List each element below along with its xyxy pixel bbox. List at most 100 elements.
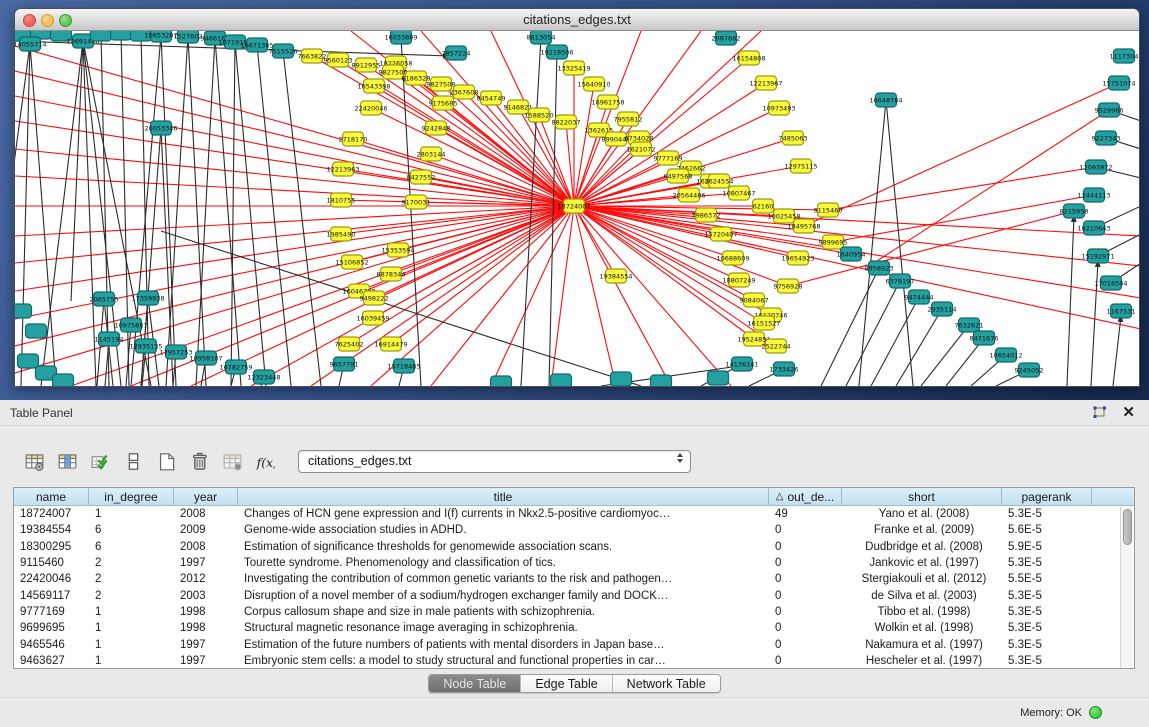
network-node[interactable]: 7625402 [335,337,364,351]
cell-pagerank[interactable]: 5.3E-5 [1002,590,1092,602]
network-node[interactable]: 8215958 [1060,204,1089,218]
cell-title[interactable]: Tourette syndrome. Phenomenology and cla… [238,557,769,569]
cell-year[interactable]: 2012 [174,573,238,585]
table-row[interactable]: 977716911998Corpus callosum shape and si… [14,604,1134,620]
network-node[interactable] [651,375,672,386]
column-header-in_degree[interactable]: in_degree [89,488,174,505]
network-node[interactable]: 8813054 [527,31,556,44]
network-node[interactable]: 2803144 [417,147,446,161]
edit-columns-icon[interactable] [53,447,81,475]
table-row[interactable]: 1938455462009Genome-wide association stu… [14,522,1134,538]
network-node[interactable]: 6379197 [886,274,915,288]
cell-year[interactable]: 1998 [174,622,238,634]
cell-year[interactable]: 2008 [174,541,238,553]
tab-edge-table[interactable]: Edge Table [521,675,612,692]
function-builder-icon[interactable]: f(x) [251,447,279,475]
close-panel-icon[interactable]: ✕ [1122,403,1135,423]
cell-name[interactable]: 22420046 [14,573,89,585]
cell-out_de[interactable]: 0 [769,622,842,634]
network-node[interactable]: 7515526 [269,44,298,58]
cell-name[interactable]: 9463627 [14,655,89,667]
column-header-year[interactable]: year [174,488,238,505]
cell-out_de[interactable]: 0 [769,606,842,618]
cell-year[interactable]: 2003 [174,590,238,602]
cell-in_degree[interactable]: 2 [89,557,174,569]
column-header-name[interactable]: name [14,488,89,505]
cell-out_de[interactable]: 0 [769,655,842,667]
network-node[interactable]: 9115460 [814,203,843,217]
cell-title[interactable]: Investigating the contribution of common… [238,573,769,585]
cell-name[interactable]: 9465546 [14,639,89,651]
cell-name[interactable]: 18724007 [14,508,89,520]
table-row[interactable]: 969969511998Structural magnetic resonanc… [14,620,1134,636]
network-node[interactable]: 7955812 [614,112,643,126]
cell-pagerank[interactable]: 5.3E-5 [1002,557,1092,569]
table-row[interactable]: 1456911722003Disruption of a novel membe… [14,587,1134,603]
cell-short[interactable]: Hescheler et al. (1997) [842,655,1002,667]
create-table-icon[interactable] [152,447,180,475]
network-node[interactable]: 1117304 [1110,49,1139,63]
network-node[interactable]: 9657791 [330,357,359,371]
column-header-pagerank[interactable]: pagerank [1002,488,1092,505]
network-node[interactable]: 2935114 [928,302,957,316]
table-row[interactable]: 911546021997Tourette syndrome. Phenomeno… [14,555,1134,571]
network-node[interactable]: 1733426 [770,362,799,376]
cell-name[interactable]: 9699695 [14,622,89,634]
network-node[interactable]: 9227343 [1092,131,1121,145]
network-node[interactable] [491,376,512,386]
cell-in_degree[interactable]: 1 [89,508,174,520]
network-view-window[interactable]: citations_edges.txt 14055714206914061065… [14,8,1140,387]
cell-title[interactable]: Corpus callosum shape and size in male p… [238,606,769,618]
cell-name[interactable]: 14569117 [14,590,89,602]
cell-title[interactable]: Estimation of significance thresholds fo… [238,541,769,553]
cell-pagerank[interactable]: 5.3E-5 [1002,655,1092,667]
network-node[interactable]: 2087662 [712,31,741,45]
row-height-icon[interactable] [119,447,147,475]
cell-in_degree[interactable]: 1 [89,622,174,634]
cell-out_de[interactable]: 49 [769,508,842,520]
cell-short[interactable]: Jankovic et al. (1997) [842,557,1002,569]
cell-short[interactable]: Wolkin et al. (1998) [842,622,1002,634]
tab-network-table[interactable]: Network Table [613,675,720,692]
network-node[interactable]: 9498222 [360,291,389,305]
cell-title[interactable]: Embryonic stem cells: a model to study s… [238,655,769,667]
cell-short[interactable]: Stergiakouli et al. (2012) [842,573,1002,585]
network-node[interactable]: 7663822 [298,49,327,63]
network-node[interactable]: 1167531 [1107,304,1136,318]
network-node[interactable]: 7857224 [442,46,471,60]
cell-short[interactable]: Dudbridge et al. (2008) [842,541,1002,553]
network-node[interactable]: 9170031 [402,195,431,209]
network-node[interactable] [15,304,32,318]
network-node[interactable]: 1985490 [327,227,356,241]
cell-out_de[interactable]: 0 [769,639,842,651]
cell-title[interactable]: Disruption of a novel member of a sodium… [238,590,769,602]
network-node[interactable]: 8912955 [352,58,381,72]
column-header-title[interactable]: title [238,488,769,505]
network-node[interactable] [26,324,47,338]
cell-title[interactable]: Changes of HCN gene expression and I(f) … [238,508,769,520]
network-node[interactable] [611,372,632,386]
network-node[interactable]: 8878344 [377,267,406,281]
cell-in_degree[interactable]: 1 [89,655,174,667]
cell-short[interactable]: Yano et al. (2008) [842,508,1002,520]
cell-in_degree[interactable]: 1 [89,606,174,618]
float-panel-icon[interactable] [1091,406,1109,422]
network-node[interactable]: 8471676 [970,331,999,345]
table-scrollbar-thumb[interactable] [1123,509,1132,545]
column-header-out_de[interactable]: △out_de... [769,488,842,505]
select-rows-icon[interactable] [86,447,114,475]
window-titlebar[interactable]: citations_edges.txt [15,9,1139,31]
network-node[interactable]: 7632621 [955,318,984,332]
network-node[interactable]: 9245052 [1015,363,1044,377]
cell-out_de[interactable]: 0 [769,557,842,569]
table-row[interactable]: 946362711997Embryonic stem cells: a mode… [14,653,1134,669]
network-node[interactable]: 1810755 [327,193,356,207]
cell-title[interactable]: Structural magnetic resonance image aver… [238,622,769,634]
cell-out_de[interactable]: 0 [769,573,842,585]
network-node[interactable] [708,371,729,385]
network-canvas[interactable]: 1405571420691406106532871527602946616110… [15,31,1139,386]
table-row[interactable]: 946554611997Estimation of the future num… [14,636,1134,652]
cell-year[interactable]: 1998 [174,606,238,618]
cell-name[interactable]: 9777169 [14,606,89,618]
cell-short[interactable]: Nakamura et al. (1997) [842,639,1002,651]
